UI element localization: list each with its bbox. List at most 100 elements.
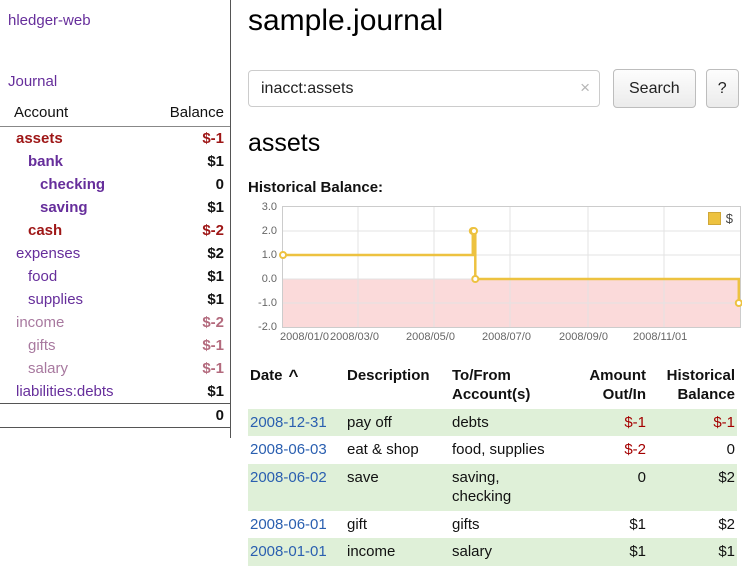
balance-chart-svg <box>283 207 740 327</box>
account-balance: $1 <box>150 196 230 219</box>
description-cell: save <box>345 464 450 511</box>
x-tick: 2008/03/0 <box>330 331 379 343</box>
chart-x-axis: 2008/01/0 2008/03/0 2008/05/0 2008/07/0 … <box>282 331 741 349</box>
date-link[interactable]: 2008-06-03 <box>250 441 327 458</box>
account-link-assets[interactable]: assets <box>16 130 63 147</box>
account-balance: $-2 <box>150 311 230 334</box>
account-row: liabilities:debts $1 <box>0 380 230 404</box>
accounts-header-balance: Balance <box>150 102 230 127</box>
register-row: 2008-01-01 income salary $1 $1 <box>248 538 737 566</box>
account-link-income[interactable]: income <box>16 314 64 331</box>
account-link-supplies[interactable]: supplies <box>28 291 83 308</box>
account-row: income $-2 <box>0 311 230 334</box>
register-row: 2008-06-03 eat & shop food, supplies $-2… <box>248 436 737 464</box>
accounts-cell: debts <box>450 409 562 437</box>
account-row: assets $-1 <box>0 127 230 151</box>
account-link-cash[interactable]: cash <box>28 222 62 239</box>
help-button[interactable]: ? <box>706 69 739 108</box>
account-balance: $-1 <box>150 357 230 380</box>
x-tick: 2008/01/0 <box>280 331 329 343</box>
register-table: Date^ Description To/From Account(s) Amo… <box>248 365 737 566</box>
amount-cell: $1 <box>562 538 648 566</box>
date-link[interactable]: 2008-06-01 <box>250 516 327 533</box>
description-cell: eat & shop <box>345 436 450 464</box>
account-link-expenses[interactable]: expenses <box>16 245 80 262</box>
y-tick: 1.0 <box>245 249 277 261</box>
amount-cell: 0 <box>562 464 648 511</box>
amount-cell: $-2 <box>562 436 648 464</box>
account-row: checking 0 <box>0 173 230 196</box>
account-row: food$1 <box>0 265 230 288</box>
account-row: expenses $2 <box>0 242 230 265</box>
chart-plot-area: 3.0 2.0 1.0 0.0 -1.0 -2.0 <box>282 206 741 328</box>
register-header-amount: Amount Out/In <box>562 365 648 409</box>
search-button[interactable]: Search <box>613 69 696 108</box>
date-link[interactable]: 2008-06-02 <box>250 469 327 486</box>
balance-chart: 3.0 2.0 1.0 0.0 -1.0 -2.0 <box>282 206 741 349</box>
account-link-checking[interactable]: checking <box>40 176 105 193</box>
register-header-row: Date^ Description To/From Account(s) Amo… <box>248 365 737 409</box>
balance-cell: $-1 <box>648 409 737 437</box>
y-tick: -1.0 <box>245 297 277 309</box>
amount-cell: $-1 <box>562 409 648 437</box>
search-input[interactable] <box>248 70 600 107</box>
sort-ascending-icon: ^ <box>289 366 299 385</box>
account-balance: 0 <box>150 173 230 196</box>
chart-legend: $ <box>705 210 736 227</box>
date-link[interactable]: 2008-12-31 <box>250 414 327 431</box>
account-row: supplies $1 <box>0 288 230 311</box>
accounts-cell: salary <box>450 538 562 566</box>
account-row: salary $-1 <box>0 357 230 380</box>
accounts-cell: saving, checking <box>450 464 562 511</box>
amount-cell: $1 <box>562 511 648 539</box>
accounts-total-row: 0 <box>0 404 230 428</box>
search-input-wrap: × <box>248 70 600 107</box>
search-bar: × Search ? <box>248 69 742 108</box>
legend-swatch <box>708 212 721 225</box>
accounts-table: Account Balance assets $-1 bank $1 checkin… <box>0 102 230 428</box>
y-tick: 2.0 <box>245 225 277 237</box>
y-tick: 0.0 <box>245 273 277 285</box>
account-link-saving[interactable]: saving <box>40 199 88 216</box>
description-cell: pay off <box>345 409 450 437</box>
account-balance: $1 <box>150 380 230 404</box>
main-content: sample.journal × Search ? assets Histori… <box>231 0 742 566</box>
register-row: 2008-06-02 save saving, checking 0 $2 <box>248 464 737 511</box>
sidebar: hledger-web Journal Account Balance asse… <box>0 0 231 438</box>
x-tick: 2008/11/01 <box>633 331 687 343</box>
date-link[interactable]: 2008-01-01 <box>250 543 327 560</box>
register-header-date[interactable]: Date^ <box>248 365 345 409</box>
register-header-accounts: To/From Account(s) <box>450 365 562 409</box>
accounts-cell: food, supplies <box>450 436 562 464</box>
register-row: 2008-12-31 pay off debts $-1 $-1 <box>248 409 737 437</box>
account-link-food[interactable]: food <box>28 268 57 285</box>
account-link-salary[interactable]: salary <box>28 360 68 377</box>
balance-cell: 0 <box>648 436 737 464</box>
account-balance: $-2 <box>150 219 230 242</box>
x-tick: 2008/07/0 <box>482 331 531 343</box>
balance-cell: $2 <box>648 464 737 511</box>
account-balance: $1 <box>150 150 230 173</box>
account-balance: $-1 <box>150 127 230 151</box>
brand-link[interactable]: hledger-web <box>0 10 99 29</box>
account-balance: $2 <box>150 242 230 265</box>
balance-cell: $2 <box>648 511 737 539</box>
page-title: sample.journal <box>248 4 742 38</box>
app: hledger-web Journal Account Balance asse… <box>0 0 742 566</box>
register-header-balance: Historical Balance <box>648 365 737 409</box>
y-tick: 3.0 <box>245 201 277 213</box>
account-link-bank[interactable]: bank <box>28 153 63 170</box>
account-row: gifts$-1 <box>0 334 230 357</box>
sidebar-item-journal[interactable]: Journal <box>0 73 65 90</box>
account-heading: assets <box>248 129 742 158</box>
accounts-header-account: Account <box>0 102 150 127</box>
account-row: saving $1 <box>0 196 230 219</box>
legend-label: $ <box>726 211 733 226</box>
clear-search-icon[interactable]: × <box>580 78 590 98</box>
description-cell: income <box>345 538 450 566</box>
account-balance: $1 <box>150 288 230 311</box>
account-link-gifts[interactable]: gifts <box>28 337 56 354</box>
account-link-liabilities-debts[interactable]: liabilities:debts <box>16 383 114 400</box>
register-header-description: Description <box>345 365 450 409</box>
account-row: bank $1 <box>0 150 230 173</box>
